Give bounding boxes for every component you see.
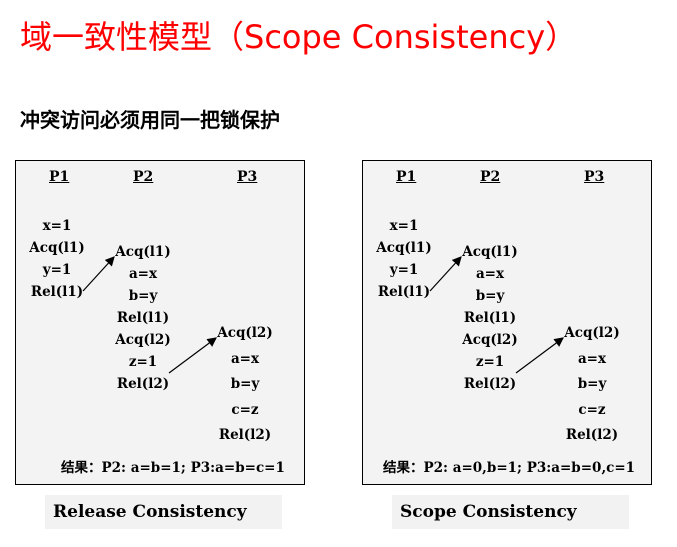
result-line: 结果：P2: a=0,b=1; P3:a=b=0,c=1 (383, 456, 635, 476)
caption-scope-consistency: Scope Consistency (392, 495, 629, 529)
release-consistency-panel: P1 P2 P3 x=1 Acq(l1) y=1 Rel(l1) Acq(l1)… (15, 160, 305, 485)
arrow-l1 (429, 256, 462, 292)
result-value: P2: a=0,b=1; P3:a=b=0,c=1 (423, 460, 636, 476)
result-label: 结果： (383, 460, 424, 476)
slide-title: 域一致性模型（Scope Consistency） (20, 18, 578, 56)
caption-release-consistency: Release Consistency (45, 495, 282, 529)
slide-subtitle: 冲突访问必须用同一把锁保护 (20, 108, 280, 132)
sync-arrows (82, 256, 217, 374)
result-line: 结果：P2: a=b=1; P3:a=b=c=1 (61, 456, 285, 476)
sync-arrows (429, 256, 564, 374)
scope-consistency-panel: P1 P2 P3 x=1 Acq(l1) y=1 Rel(l1) Acq(l1)… (362, 160, 652, 485)
result-value: P2: a=b=1; P3:a=b=c=1 (101, 460, 285, 476)
arrow-l2 (515, 337, 564, 374)
arrow-l1 (82, 256, 115, 292)
arrow-l2 (168, 337, 217, 374)
result-label: 结果： (61, 460, 102, 476)
